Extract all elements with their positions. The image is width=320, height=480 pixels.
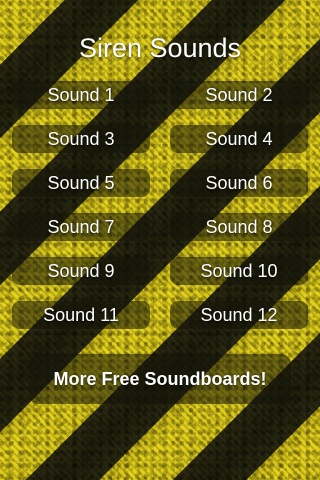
sound-5-button[interactable]: Sound 5 bbox=[12, 169, 150, 197]
sound-7-button[interactable]: Sound 7 bbox=[12, 213, 150, 241]
sound-row: Sound 1 Sound 2 bbox=[12, 81, 308, 109]
sound-row: Sound 5 Sound 6 bbox=[12, 169, 308, 197]
sound-8-button[interactable]: Sound 8 bbox=[170, 213, 308, 241]
sound-row: Sound 9 Sound 10 bbox=[12, 257, 308, 285]
sound-11-button[interactable]: Sound 11 bbox=[12, 301, 150, 329]
sound-button-grid: Sound 1 Sound 2 Sound 3 Sound 4 Sound 5 … bbox=[12, 81, 308, 345]
more-soundboards-button[interactable]: More Free Soundboards! bbox=[29, 354, 291, 404]
sound-row: Sound 7 Sound 8 bbox=[12, 213, 308, 241]
page-title: Siren Sounds bbox=[78, 33, 242, 63]
sound-12-button[interactable]: Sound 12 bbox=[170, 301, 308, 329]
sound-6-button[interactable]: Sound 6 bbox=[170, 169, 308, 197]
sound-3-button[interactable]: Sound 3 bbox=[12, 125, 150, 153]
sound-9-button[interactable]: Sound 9 bbox=[12, 257, 150, 285]
sound-4-button[interactable]: Sound 4 bbox=[170, 125, 308, 153]
sound-1-button[interactable]: Sound 1 bbox=[12, 81, 150, 109]
sound-row: Sound 3 Sound 4 bbox=[12, 125, 308, 153]
sound-row: Sound 11 Sound 12 bbox=[12, 301, 308, 329]
sound-2-button[interactable]: Sound 2 bbox=[170, 81, 308, 109]
sound-10-button[interactable]: Sound 10 bbox=[170, 257, 308, 285]
